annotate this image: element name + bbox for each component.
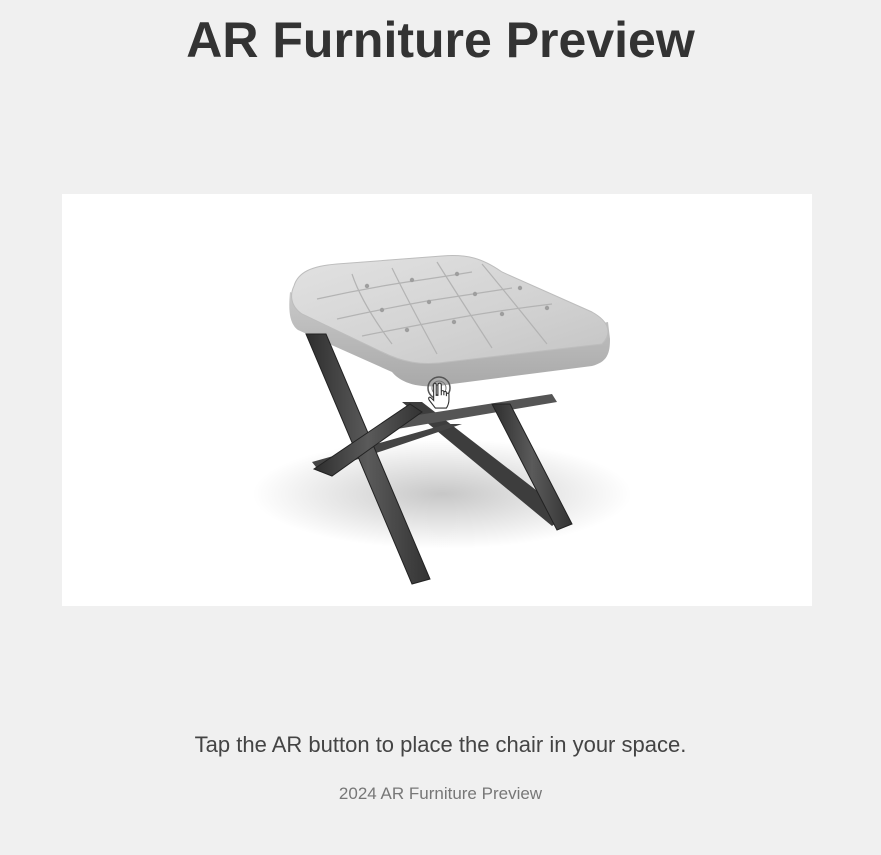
page-title: AR Furniture Preview (186, 12, 695, 68)
instruction-text: Tap the AR button to place the chair in … (194, 732, 687, 757)
ar-model-viewer[interactable] (62, 194, 812, 606)
ottoman-model[interactable] (62, 194, 812, 606)
footer-text: 2024 AR Furniture Preview (338, 784, 543, 803)
floor-shadow (252, 439, 632, 549)
